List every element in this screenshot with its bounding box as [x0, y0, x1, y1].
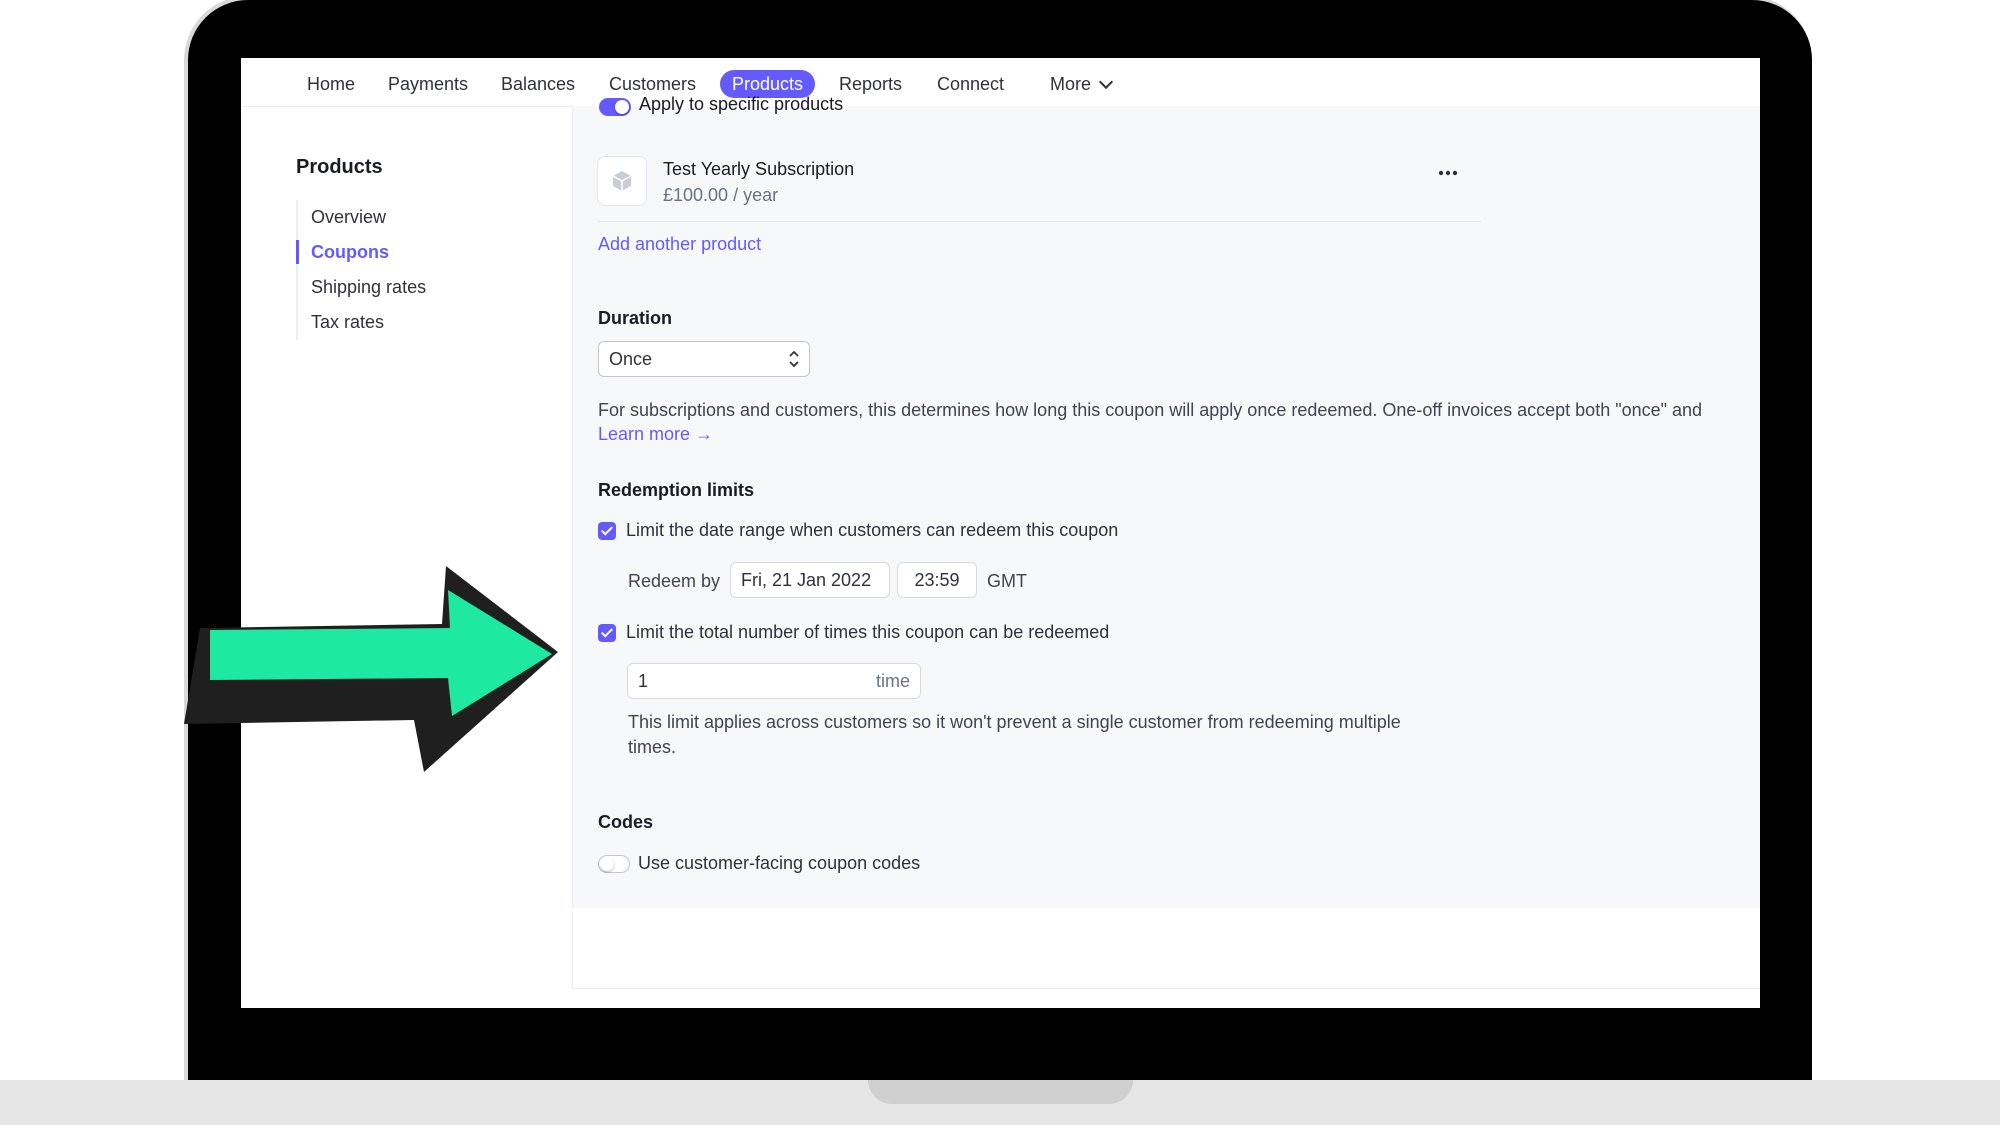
- ellipsis-icon[interactable]: [1436, 166, 1460, 178]
- product-icon: [597, 156, 647, 206]
- product-divider: [598, 221, 1481, 222]
- sidebar-item-shipping-rates[interactable]: Shipping rates: [298, 270, 426, 305]
- redeem-time-input[interactable]: 23:59: [897, 562, 977, 598]
- laptop-notch: [868, 1080, 1133, 1104]
- redemption-count-value: 1: [638, 671, 649, 691]
- redemption-count-input[interactable]: 1 time: [627, 663, 921, 699]
- form-footer: [572, 911, 1760, 989]
- sidebar-item-coupons[interactable]: Coupons: [295, 235, 426, 270]
- product-price: £100.00 / year: [663, 185, 779, 205]
- chevron-up-down-icon: [789, 350, 799, 368]
- redemption-count-unit: time: [875, 671, 910, 691]
- apply-specific-products-label: Apply to specific products: [639, 94, 844, 114]
- screen: Home Payments Balances Customers Product…: [241, 58, 1760, 1008]
- sidebar-item-overview[interactable]: Overview: [298, 200, 426, 235]
- chevron-down-icon: [1098, 74, 1114, 90]
- nav-more-label: More: [1050, 74, 1092, 94]
- sidebar-item-tax-rates[interactable]: Tax rates: [298, 305, 426, 340]
- product-name[interactable]: Test Yearly Subscription: [663, 159, 854, 180]
- add-another-product-link[interactable]: Add another product: [598, 234, 761, 255]
- nav-home[interactable]: Home: [295, 70, 367, 98]
- annotation-arrow: [180, 560, 560, 780]
- duration-select-value: Once: [609, 349, 653, 369]
- date-limit-label: Limit the date range when customers can …: [626, 520, 1119, 540]
- coupon-codes-label: Use customer-facing coupon codes: [638, 853, 921, 873]
- count-limit-label: Limit the total number of times this cou…: [626, 622, 1110, 642]
- date-limit-checkbox[interactable]: [598, 522, 616, 540]
- redeem-date-input[interactable]: Fri, 21 Jan 2022: [730, 562, 890, 598]
- codes-title: Codes: [598, 812, 654, 832]
- learn-more-link[interactable]: Learn more →: [598, 424, 713, 445]
- apply-specific-products-toggle[interactable]: [599, 98, 631, 116]
- timezone-label: GMT: [987, 571, 1027, 591]
- redeem-by-label: Redeem by: [628, 571, 721, 591]
- coupon-form: Apply to specific products: [572, 94, 1760, 908]
- sidebar-title: Products: [296, 156, 383, 178]
- nav-balances[interactable]: Balances: [489, 70, 587, 98]
- count-help-line-2: times.: [628, 737, 677, 757]
- count-limit-checkbox[interactable]: [598, 624, 616, 642]
- duration-select[interactable]: Once: [598, 341, 810, 377]
- redemption-limits-title: Redemption limits: [598, 480, 755, 500]
- nav-connect[interactable]: Connect: [925, 70, 1016, 98]
- nav-payments[interactable]: Payments: [376, 70, 480, 98]
- toggle-knob: [615, 100, 629, 114]
- nav-more[interactable]: More: [1038, 70, 1123, 98]
- top-navigation: Home Payments Balances Customers Product…: [241, 58, 1760, 107]
- duration-label: Duration: [598, 308, 672, 328]
- sidebar-nav: Overview Coupons Shipping rates Tax rate…: [295, 200, 426, 340]
- duration-help-text: For subscriptions and customers, this de…: [598, 400, 1703, 420]
- coupon-codes-toggle[interactable]: [598, 855, 630, 873]
- toggle-knob: [600, 857, 614, 871]
- count-help-line-1: This limit applies across customers so i…: [628, 712, 1401, 732]
